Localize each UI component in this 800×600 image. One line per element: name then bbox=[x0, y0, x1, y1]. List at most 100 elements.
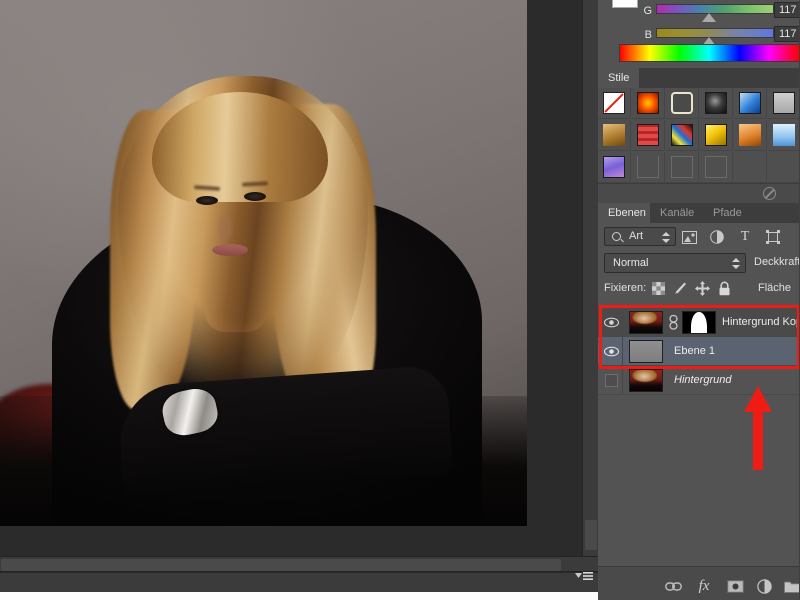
style-swatch-15-empty[interactable] bbox=[700, 152, 733, 183]
tab-pfade[interactable]: Pfade bbox=[703, 203, 752, 223]
layer-name[interactable]: Hintergrund Kopi bbox=[722, 316, 800, 328]
style-swatch-icon bbox=[705, 156, 727, 178]
layer-thumbnail[interactable] bbox=[629, 340, 663, 363]
color-spectrum-ramp[interactable] bbox=[619, 44, 800, 62]
new-adjustment-layer-button[interactable] bbox=[753, 576, 775, 596]
layer-filter-value: Art bbox=[629, 230, 644, 242]
lock-all-icon[interactable] bbox=[714, 280, 734, 297]
styles-tab-bar: Stile bbox=[598, 68, 800, 88]
layer-thumbnail[interactable] bbox=[629, 369, 663, 392]
layer-thumbnail[interactable] bbox=[629, 311, 663, 334]
style-swatch-icon bbox=[637, 156, 659, 178]
adjustment-filter-icon[interactable] bbox=[708, 228, 726, 246]
styles-panel: Stile bbox=[598, 68, 800, 203]
style-swatch-5[interactable] bbox=[768, 88, 800, 119]
blend-mode-row: Normal Deckkraft bbox=[598, 251, 800, 275]
document-window bbox=[0, 0, 598, 600]
style-swatch-icon bbox=[671, 156, 693, 178]
green-slider-thumb[interactable] bbox=[702, 13, 716, 22]
style-swatch-14-empty[interactable] bbox=[666, 152, 699, 183]
layer-name[interactable]: Hintergrund bbox=[674, 374, 731, 386]
new-group-button[interactable] bbox=[781, 576, 800, 596]
style-swatch-13-empty[interactable] bbox=[632, 152, 665, 183]
layers-panel-toolbar: fx bbox=[598, 566, 800, 600]
style-swatch-17-empty[interactable] bbox=[768, 152, 800, 183]
link-layers-button[interactable] bbox=[662, 576, 684, 596]
style-swatch-8[interactable] bbox=[666, 120, 699, 151]
styles-grid bbox=[598, 88, 800, 183]
lock-label: Fixieren: bbox=[604, 282, 647, 294]
blue-value-field[interactable]: 117 bbox=[774, 26, 800, 42]
eye-icon bbox=[603, 317, 619, 328]
image-arms bbox=[116, 364, 454, 498]
layer-style-button[interactable]: fx bbox=[693, 576, 715, 596]
style-swatch-none[interactable] bbox=[598, 88, 631, 119]
layer-thumbnail-image bbox=[630, 312, 662, 333]
color-panel: G 117 B 117 bbox=[598, 0, 800, 68]
horizontal-scrollbar[interactable] bbox=[0, 556, 598, 572]
layer-name[interactable]: Ebene 1 bbox=[674, 345, 715, 357]
lock-position-icon[interactable] bbox=[692, 280, 712, 297]
window-bottom-edge bbox=[0, 592, 598, 600]
lock-transparency-icon[interactable] bbox=[648, 280, 668, 297]
shape-filter-icon[interactable] bbox=[764, 228, 782, 246]
style-swatch-icon bbox=[671, 124, 693, 146]
panel-dock: G 117 B 117 Stile Ebenen Kanäle Pfade Ar… bbox=[598, 0, 800, 600]
layer-row-hintergrund-kopie[interactable]: Hintergrund Kopi bbox=[598, 308, 800, 337]
style-swatch-16-empty[interactable] bbox=[734, 152, 767, 183]
opacity-label: Deckkraft bbox=[754, 256, 800, 268]
canvas-image[interactable] bbox=[0, 0, 527, 526]
style-swatch-2-selected[interactable] bbox=[666, 88, 699, 119]
green-value-field[interactable]: 117 bbox=[774, 2, 800, 18]
layer-visibility-toggle[interactable] bbox=[602, 314, 620, 331]
style-swatch-6[interactable] bbox=[598, 120, 631, 151]
style-swatch-3[interactable] bbox=[700, 88, 733, 119]
tab-kanaele[interactable]: Kanäle bbox=[650, 203, 705, 223]
layer-mask-thumbnail[interactable] bbox=[682, 311, 716, 334]
layer-filter-icons: T bbox=[680, 228, 796, 246]
layer-thumbnail-image bbox=[630, 370, 662, 391]
style-swatch-icon bbox=[705, 92, 727, 114]
horizontal-scrollbar-thumb[interactable] bbox=[1, 559, 561, 571]
style-swatch-4[interactable] bbox=[734, 88, 767, 119]
style-swatch-10[interactable] bbox=[734, 120, 767, 151]
style-swatch-7[interactable] bbox=[632, 120, 665, 151]
layer-filter-type-select[interactable]: Art bbox=[604, 227, 676, 246]
lock-image-icon[interactable] bbox=[670, 280, 690, 297]
style-none-icon bbox=[603, 92, 625, 114]
tab-ebenen[interactable]: Ebenen bbox=[598, 203, 656, 223]
type-filter-icon[interactable]: T bbox=[736, 228, 754, 246]
layer-visibility-toggle[interactable] bbox=[602, 372, 620, 389]
layer-filter-row: Art T bbox=[598, 223, 800, 251]
delete-style-icon[interactable] bbox=[763, 187, 776, 200]
eye-off-icon bbox=[604, 374, 618, 387]
style-swatch-icon bbox=[671, 92, 693, 114]
lock-icons bbox=[648, 280, 736, 298]
blue-channel-label: B bbox=[644, 29, 652, 41]
panel-menu-icon[interactable] bbox=[575, 570, 593, 584]
chevron-updown-icon bbox=[662, 232, 670, 243]
style-swatch-icon bbox=[739, 124, 761, 146]
style-swatch-icon bbox=[773, 124, 795, 146]
layer-row-ebene-1[interactable]: Ebene 1 bbox=[598, 337, 800, 366]
vertical-scrollbar[interactable] bbox=[582, 0, 598, 556]
lock-row: Fixieren: Fläche bbox=[598, 277, 800, 301]
color-ramp-gutter bbox=[598, 44, 619, 62]
add-layer-mask-button[interactable] bbox=[724, 576, 746, 596]
image-filter-icon[interactable] bbox=[680, 228, 698, 246]
style-swatch-1[interactable] bbox=[632, 88, 665, 119]
vertical-scrollbar-thumb[interactable] bbox=[585, 520, 597, 550]
image-lips bbox=[212, 244, 248, 256]
tab-stile[interactable]: Stile bbox=[598, 68, 640, 88]
layer-mask-image bbox=[683, 312, 715, 333]
style-swatch-icon bbox=[637, 92, 659, 114]
style-swatch-12[interactable] bbox=[598, 152, 631, 183]
layer-visibility-toggle[interactable] bbox=[602, 343, 620, 360]
image-eye-left bbox=[196, 196, 218, 205]
blend-mode-select[interactable]: Normal bbox=[604, 253, 746, 273]
link-mask-icon[interactable] bbox=[668, 314, 679, 331]
color-slider-green[interactable]: G 117 bbox=[598, 2, 800, 26]
style-swatch-icon bbox=[637, 124, 659, 146]
style-swatch-11[interactable] bbox=[768, 120, 800, 151]
style-swatch-9[interactable] bbox=[700, 120, 733, 151]
